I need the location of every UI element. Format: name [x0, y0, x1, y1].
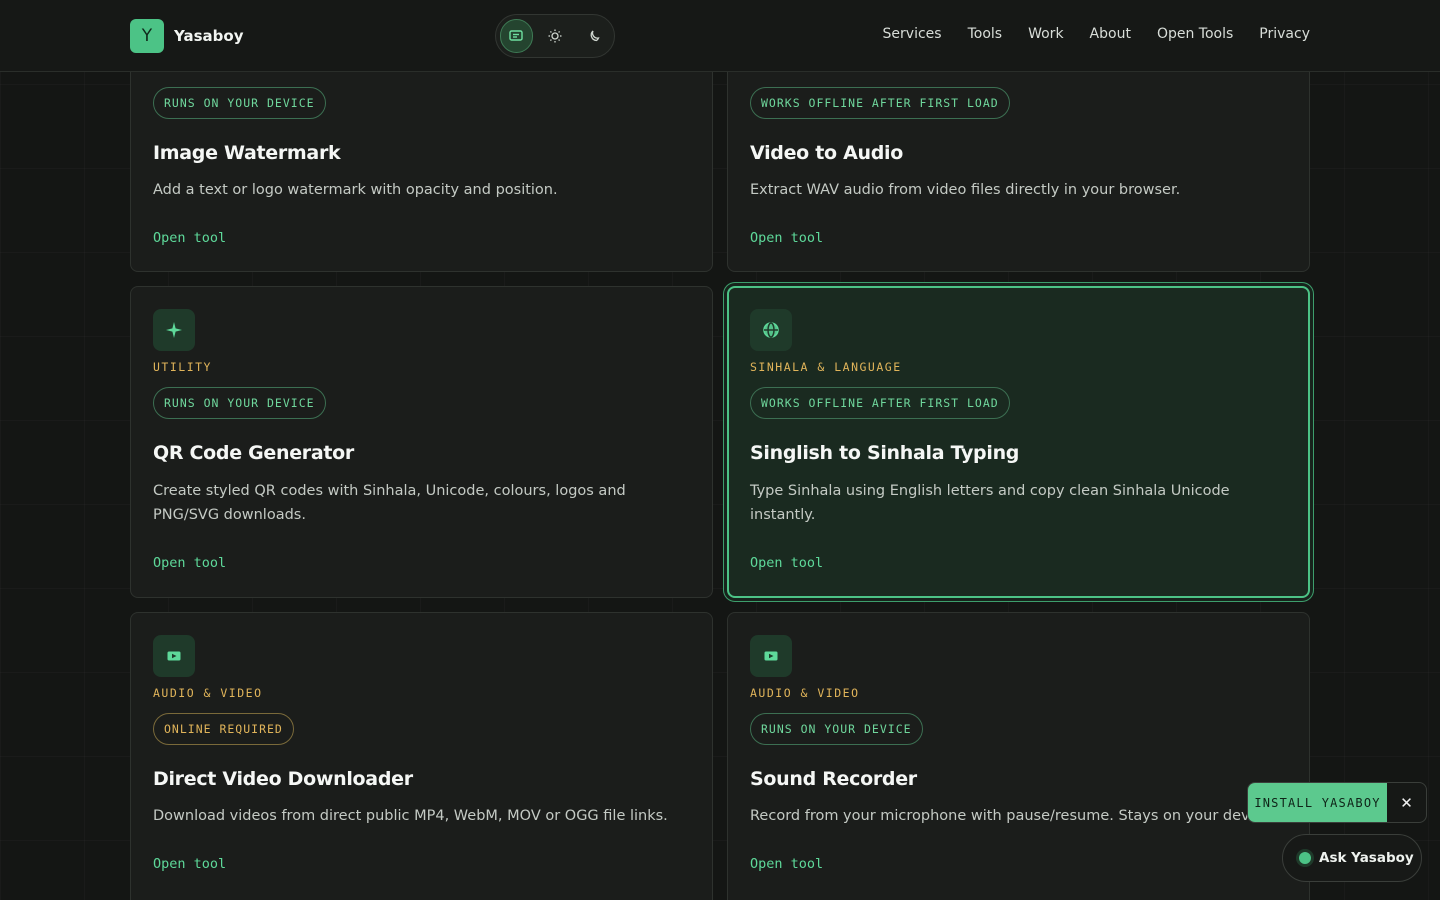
open-tool-link[interactable]: Open tool: [153, 230, 226, 246]
nav-about[interactable]: About: [1090, 26, 1131, 42]
theme-switch: [495, 14, 615, 58]
brand[interactable]: Y Yasaboy: [130, 19, 243, 53]
ask-assistant-button[interactable]: Ask Yasaboy: [1282, 834, 1422, 882]
card-title: Video to Audio: [750, 142, 903, 164]
card-description: Add a text or logo watermark with opacit…: [153, 182, 558, 198]
open-tool-link[interactable]: Open tool: [750, 230, 823, 246]
nav-tools[interactable]: Tools: [968, 26, 1003, 42]
sparkle-icon: [166, 322, 182, 338]
nav-privacy[interactable]: Privacy: [1259, 26, 1310, 42]
install-prompt: INSTALL YASABOY ✕: [1247, 782, 1427, 823]
tool-card-sound-recorder[interactable]: AUDIO & VIDEO RUNS ON YOUR DEVICE Sound …: [727, 612, 1310, 900]
card-title: Singlish to Sinhala Typing: [750, 442, 1020, 464]
close-icon: ✕: [1400, 793, 1413, 812]
open-tool-link[interactable]: Open tool: [153, 856, 226, 872]
card-badge: ONLINE REQUIRED: [153, 713, 294, 745]
tool-card-image-watermark[interactable]: RUNS ON YOUR DEVICE Image Watermark Add …: [130, 40, 713, 272]
card-title: Direct Video Downloader: [153, 768, 413, 790]
moon-icon: [590, 30, 600, 42]
card-category: SINHALA & LANGUAGE: [750, 360, 902, 374]
globe-icon: [763, 322, 779, 338]
nav-open-tools[interactable]: Open Tools: [1157, 26, 1233, 42]
tool-card-direct-video-downloader[interactable]: AUDIO & VIDEO ONLINE REQUIRED Direct Vid…: [130, 612, 713, 900]
card-description: Record from your microphone with pause/r…: [750, 808, 1276, 824]
video-icon: [167, 651, 181, 661]
video-icon: [764, 651, 778, 661]
card-category: UTILITY: [153, 360, 212, 374]
tool-card-qr-code-generator[interactable]: UTILITY RUNS ON YOUR DEVICE QR Code Gene…: [130, 286, 713, 598]
nav-services[interactable]: Services: [883, 26, 942, 42]
open-tool-link[interactable]: Open tool: [750, 856, 823, 872]
card-badge: WORKS OFFLINE AFTER FIRST LOAD: [750, 87, 1010, 119]
system-icon: [509, 30, 524, 41]
brand-logo[interactable]: Y: [130, 19, 164, 53]
top-header: Y Yasaboy Services Tools Work About Open…: [0, 0, 1440, 72]
card-badge: RUNS ON YOUR DEVICE: [750, 713, 923, 745]
tool-card-video-to-audio[interactable]: WORKS OFFLINE AFTER FIRST LOAD Video to …: [727, 40, 1310, 272]
open-tool-link[interactable]: Open tool: [750, 555, 823, 571]
card-icon-box: [750, 635, 792, 677]
system-theme-button[interactable]: [500, 19, 533, 53]
open-tool-link[interactable]: Open tool: [153, 555, 226, 571]
brand-name[interactable]: Yasaboy: [174, 27, 243, 45]
status-dot-icon: [1299, 852, 1311, 864]
sun-icon: [548, 29, 562, 43]
card-badge: RUNS ON YOUR DEVICE: [153, 87, 326, 119]
dark-theme-button[interactable]: [577, 19, 610, 53]
card-category: AUDIO & VIDEO: [750, 686, 860, 700]
card-description: Create styled QR codes with Sinhala, Uni…: [153, 483, 626, 523]
light-theme-button[interactable]: [539, 19, 572, 53]
card-description: Download videos from direct public MP4, …: [153, 808, 668, 824]
install-close-button[interactable]: ✕: [1387, 783, 1426, 822]
nav-work[interactable]: Work: [1028, 26, 1063, 42]
card-icon-box: [750, 309, 792, 351]
card-description: Type Sinhala using English letters and c…: [750, 483, 1230, 523]
install-button[interactable]: INSTALL YASABOY: [1248, 783, 1387, 822]
card-badge: WORKS OFFLINE AFTER FIRST LOAD: [750, 387, 1010, 419]
tool-card-singlish-to-sinhala[interactable]: SINHALA & LANGUAGE WORKS OFFLINE AFTER F…: [727, 286, 1310, 598]
card-description: Extract WAV audio from video files direc…: [750, 182, 1181, 198]
card-title: QR Code Generator: [153, 442, 354, 464]
card-title: Image Watermark: [153, 142, 341, 164]
card-category: AUDIO & VIDEO: [153, 686, 263, 700]
ask-label: Ask Yasaboy: [1319, 850, 1414, 866]
main-nav: Services Tools Work About Open Tools Pri…: [883, 26, 1310, 42]
card-title: Sound Recorder: [750, 768, 917, 790]
card-icon-box: [153, 309, 195, 351]
card-icon-box: [153, 635, 195, 677]
card-badge: RUNS ON YOUR DEVICE: [153, 387, 326, 419]
